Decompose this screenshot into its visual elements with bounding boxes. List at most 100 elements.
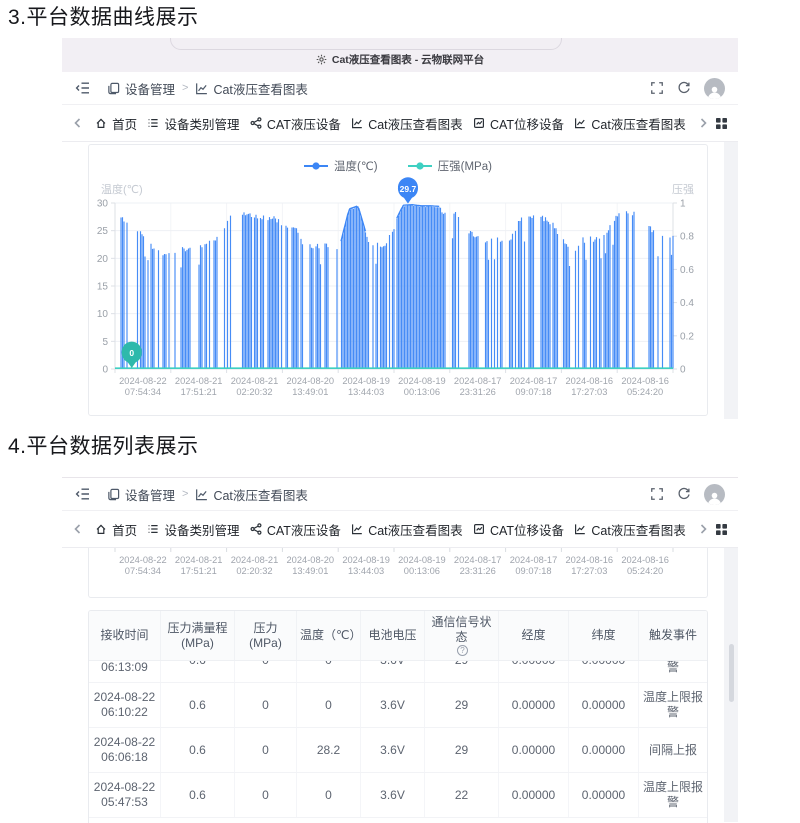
tab-item[interactable]: 设备类别管理 xyxy=(147,520,239,539)
browser-tab-outline xyxy=(170,38,562,50)
list-icon xyxy=(147,523,159,535)
table-cell: 0 xyxy=(235,728,297,772)
column-header: 通信信号状态? xyxy=(425,611,499,660)
tab-label: CAT位移设备 xyxy=(490,114,564,133)
chevron-right-icon[interactable] xyxy=(697,117,709,129)
svg-text:13:49:01: 13:49:01 xyxy=(292,387,328,397)
menu-fold-icon[interactable] xyxy=(75,486,91,502)
tab-item[interactable]: Cat液压查看图表 xyxy=(574,114,685,133)
grid-menu-icon[interactable] xyxy=(715,117,728,130)
svg-text:02:20:32: 02:20:32 xyxy=(236,387,272,397)
tab-item[interactable]: 首页 xyxy=(95,114,137,133)
svg-text:0.8: 0.8 xyxy=(680,232,694,243)
fullscreen-icon[interactable] xyxy=(650,487,664,501)
table-row: 2024-08-22 06:06:180.6028.23.6V290.00000… xyxy=(89,728,707,773)
column-header: 纬度 xyxy=(569,611,639,660)
table-cell: 29 xyxy=(425,683,499,727)
breadcrumb-root[interactable]: 设备管理 xyxy=(125,79,175,98)
doc-page: 3.平台数据曲线展示 Cat液压查看图表 - 云物联网平台 设备管理 > Cat… xyxy=(0,0,800,823)
browser-chrome: Cat液压查看图表 - 云物联网平台 xyxy=(62,38,738,72)
table-cell: 0.00000 xyxy=(569,661,639,682)
svg-text:2024-08-16: 2024-08-16 xyxy=(566,376,614,386)
table-row: 2024-08-22 06:13:090.6003.6V290.000000.0… xyxy=(89,661,707,683)
tab-item[interactable]: CAT位移设备 xyxy=(473,520,564,539)
chart-canvas[interactable]: 05101520253000.20.40.60.812024-08-2207:5… xyxy=(89,145,707,415)
table-cell: 3.6V xyxy=(361,661,425,682)
tab-list: 首页设备类别管理 CAT液压设备 Cat液压查看图表 CAT位移设备 Cat液压查看图表 xyxy=(84,114,697,133)
scrollbar-thumb[interactable] xyxy=(729,644,734,702)
column-header-label: 温度（℃） xyxy=(300,628,357,643)
device-icon xyxy=(107,488,120,501)
table-cell: 温度上限报警 xyxy=(639,773,707,817)
x-axis-label: 2024-08-1900:13:06 xyxy=(390,555,454,577)
legend-item-temperature[interactable]: 温度(℃) xyxy=(304,158,378,174)
person-icon xyxy=(707,86,722,99)
svg-text:2024-08-22: 2024-08-22 xyxy=(119,376,167,386)
page-content: 2024-08-2207:54:342024-08-2117:51:212024… xyxy=(62,548,738,822)
svg-text:23:31:26: 23:31:26 xyxy=(460,387,496,397)
section-4-title: 4.平台数据列表展示 xyxy=(8,430,199,460)
scrollbar-track[interactable] xyxy=(724,142,738,419)
refresh-icon[interactable] xyxy=(677,81,691,95)
column-header: 压力满量程(MPa) xyxy=(161,611,235,660)
table-cell: 22 xyxy=(425,773,499,817)
chevron-left-icon[interactable] xyxy=(72,523,84,535)
table-cell: 2024-08-22 06:10:22 xyxy=(89,683,161,727)
table-row: 2024-08-22 06:10:220.6003.6V290.000000.0… xyxy=(89,683,707,728)
tab-item[interactable]: 首页 xyxy=(95,520,137,539)
table-row-partial xyxy=(89,818,707,823)
column-header-label: 经度 xyxy=(521,628,545,643)
table-cell: 29 xyxy=(425,728,499,772)
svg-text:09:07:18: 09:07:18 xyxy=(515,387,551,397)
menu-fold-icon[interactable] xyxy=(75,80,91,96)
tab-item[interactable]: 设备类别管理 xyxy=(147,114,239,133)
svg-text:2024-08-21: 2024-08-21 xyxy=(231,376,279,386)
refresh-icon[interactable] xyxy=(677,487,691,501)
column-header: 电池电压 xyxy=(361,611,425,660)
screenshot-table: 设备管理 > Cat液压查看图表 首页 设备类别管理 CAT液压设备 Cat液压查看图… xyxy=(62,477,738,823)
chevron-left-icon[interactable] xyxy=(72,117,84,129)
breadcrumb: 设备管理 > Cat液压查看图表 xyxy=(107,485,308,504)
tab-list: 首页 设备类别管理 CAT液压设备 Cat液压查看图表 CAT位移设备 Cat液压查看图表 xyxy=(84,520,697,539)
svg-text:0: 0 xyxy=(102,365,108,376)
table-cell: 2024-08-22 06:06:18 xyxy=(89,728,161,772)
tab-item[interactable]: Cat液压查看图表 xyxy=(574,520,685,539)
legend-item-pressure[interactable]: 压强(MPa) xyxy=(408,158,492,174)
tab-item[interactable]: Cat液压查看图表 xyxy=(351,114,462,133)
svg-text:0: 0 xyxy=(680,365,686,376)
nodes-icon xyxy=(250,523,262,535)
table-cell: 0.6 xyxy=(161,683,235,727)
help-icon[interactable]: ? xyxy=(457,645,468,656)
tab-item[interactable]: Cat液压查看图表 xyxy=(351,520,462,539)
data-table-card: 接收时间压力满量程(MPa)压力(MPa) 温度（℃） 电池电压通信信号状态? 经度 纬… xyxy=(88,610,708,823)
breadcrumb-current[interactable]: Cat液压查看图表 xyxy=(213,485,307,504)
tab-label: Cat液压查看图表 xyxy=(591,114,685,133)
avatar[interactable] xyxy=(704,78,725,99)
svg-text:07:54:34: 07:54:34 xyxy=(125,387,161,397)
tab-item[interactable]: CAT液压设备 xyxy=(250,114,341,133)
breadcrumb-root[interactable]: 设备管理 xyxy=(125,485,175,504)
grid-menu-icon[interactable] xyxy=(715,523,728,536)
column-header: 接收时间 xyxy=(89,611,161,660)
box-icon xyxy=(473,523,485,535)
column-header-label: 压力满量程(MPa) xyxy=(164,621,231,651)
fullscreen-icon[interactable] xyxy=(650,81,664,95)
tab-label: CAT液压设备 xyxy=(267,114,341,133)
column-header-label: 通信信号状态 xyxy=(428,615,495,645)
person-icon xyxy=(707,492,722,505)
avatar[interactable] xyxy=(704,484,725,505)
breadcrumb-separator: > xyxy=(182,488,188,500)
tab-item[interactable]: CAT位移设备 xyxy=(473,114,564,133)
table-cell: 0.6 xyxy=(161,728,235,772)
y-axis-name-right: 压强 xyxy=(672,181,694,197)
chart-icon xyxy=(195,488,208,501)
tab-label: 设备类别管理 xyxy=(164,520,239,539)
svg-text:25: 25 xyxy=(97,226,109,237)
chevron-right-icon[interactable] xyxy=(697,523,709,535)
breadcrumb-current[interactable]: Cat液压查看图表 xyxy=(213,79,307,98)
table-cell: 温度上限报警 xyxy=(639,661,707,682)
tab-item[interactable]: CAT液压设备 xyxy=(250,520,341,539)
column-header-label: 压力(MPa) xyxy=(238,621,293,651)
table-row: 2024-08-22 05:47:530.6003.6V220.000000.0… xyxy=(89,773,707,818)
table-cell: 29 xyxy=(425,661,499,682)
